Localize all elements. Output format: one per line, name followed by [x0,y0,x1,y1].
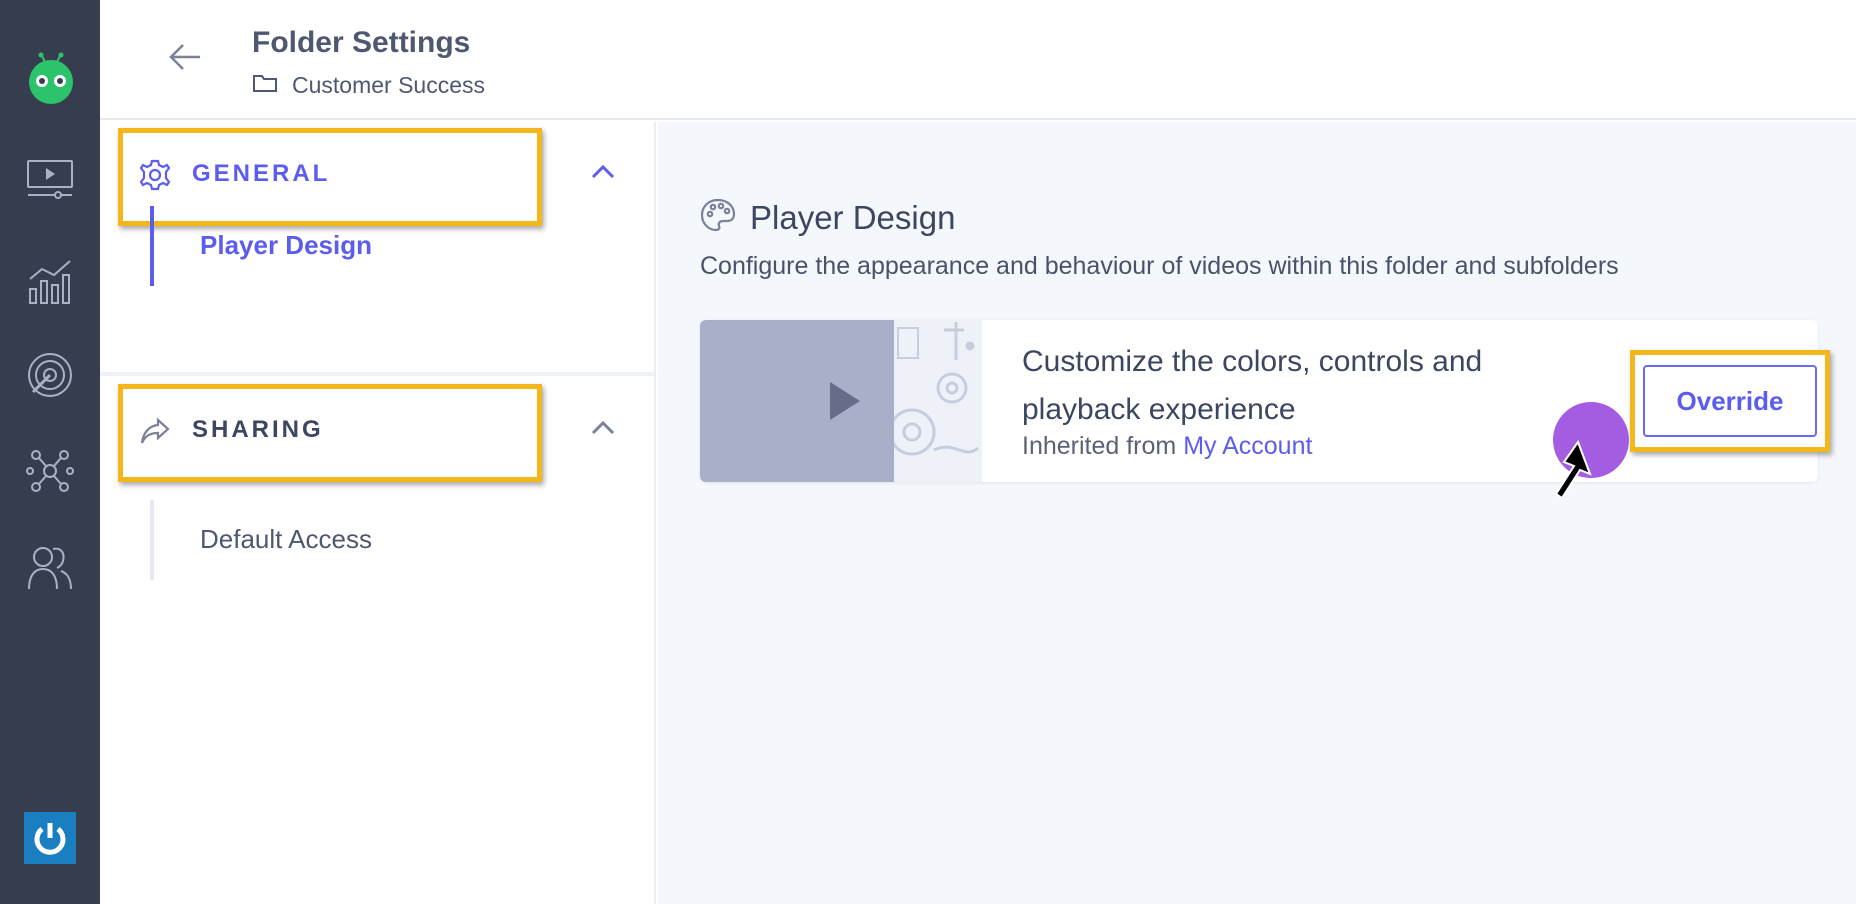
section-description: Configure the appearance and behaviour o… [700,252,1619,280]
breadcrumb-folder-name: Customer Success [292,72,486,98]
section-heading: Player Design [700,198,955,237]
player-preview-thumbnail [700,320,894,482]
video-player-icon[interactable] [23,152,77,206]
card-headline: Customize the colors, controls and playb… [1022,345,1483,426]
arrow-left-icon[interactable] [166,38,204,76]
page-title: Folder Settings [252,26,471,59]
section-sharing-highlight [118,384,542,482]
nav-item-player-design[interactable]: Player Design [150,206,630,286]
power-icon[interactable] [24,812,76,864]
settings-nav-panel: GENERAL Player Design SHARING Default Ac… [100,122,656,904]
divider [100,372,654,376]
inherited-prefix: Inherited from [1022,432,1177,460]
network-icon[interactable] [23,444,77,498]
my-account-link[interactable]: My Account [1183,432,1312,460]
override-button[interactable]: Override [1643,365,1817,437]
page-header: Folder Settings Customer Success [100,0,1856,120]
analytics-chart-icon[interactable] [23,254,77,308]
inheritance-note: Inherited from My Account [1022,432,1582,461]
folder-icon [252,72,278,99]
robot-logo-icon[interactable] [25,48,77,104]
nav-item-default-access[interactable]: Default Access [150,500,630,580]
chevron-up-icon[interactable] [590,162,616,182]
gear-icon [138,158,172,192]
override-highlight: Override [1630,350,1830,452]
app-sidebar-rail [0,0,100,904]
section-sharing-label: SHARING [192,416,324,443]
nav-item-label: Default Access [200,524,372,554]
gears-illustration [894,320,982,482]
target-icon[interactable] [23,348,77,402]
inactive-indicator [150,500,154,580]
section-sharing-header[interactable]: SHARING [118,384,642,482]
share-icon [138,414,172,448]
breadcrumb[interactable]: Customer Success [252,72,485,99]
card-text: Customize the colors, controls and playb… [1022,338,1582,461]
player-design-card: Customize the colors, controls and playb… [700,320,1830,482]
chevron-up-icon[interactable] [590,418,616,438]
palette-icon [700,198,736,237]
play-icon [830,382,860,420]
active-indicator [150,206,154,286]
users-icon[interactable] [23,540,77,594]
section-general-label: GENERAL [192,160,331,187]
nav-item-label: Player Design [200,230,372,260]
section-title: Player Design [750,198,956,236]
main-content: Player Design Configure the appearance a… [658,122,1856,904]
mouse-cursor-icon [1554,440,1592,500]
